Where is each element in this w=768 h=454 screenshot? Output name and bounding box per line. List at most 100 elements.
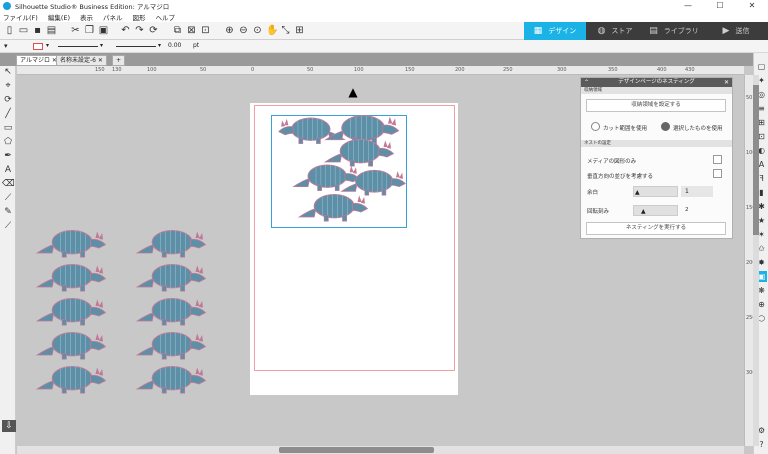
redo-icon[interactable]: ↷ (134, 25, 145, 36)
select-all-icon[interactable]: ⊡ (200, 25, 211, 36)
text-tool-icon[interactable]: A (2, 164, 14, 176)
move-up-arrow-icon[interactable]: ▲ (346, 86, 360, 98)
line-tool-icon[interactable]: ╱ (2, 108, 14, 120)
rotation-slider[interactable]: ▲ (633, 205, 678, 216)
armadillo-shape[interactable] (296, 192, 374, 224)
app-logo-icon (3, 2, 11, 10)
zoom-in-icon[interactable]: ⊕ (224, 25, 235, 36)
refresh-icon[interactable]: ⟳ (148, 25, 159, 36)
ruler-h-label: 130 (112, 67, 122, 73)
maximize-button[interactable]: ☐ (704, 0, 736, 12)
set-storage-area-button[interactable]: 収納領域を設定する (586, 99, 726, 112)
select-arrow-icon[interactable]: ↖ (2, 66, 14, 78)
horizontal-ruler: 150 130 100 50 0 50 100 150 200 250 300 350 400 430 (17, 66, 744, 75)
undo-icon[interactable]: ↶ (120, 25, 131, 36)
armadillo-shape[interactable] (130, 262, 216, 294)
ruler-h-label: 350 (608, 67, 618, 73)
radio-cut-area[interactable] (591, 122, 600, 131)
ruler-h-label: 0 (251, 67, 255, 73)
rotation-slider-thumb-icon[interactable]: ▲ (641, 208, 646, 215)
polygon-tool-icon[interactable]: ⬠ (2, 136, 14, 148)
fill-color-dropdown[interactable]: ▾ (4, 42, 8, 50)
minimize-button[interactable]: — (672, 0, 704, 12)
group-icon[interactable]: ⧉ (172, 25, 183, 36)
armadillo-shape[interactable] (130, 296, 216, 328)
tab-library[interactable]: ▤ ライブラリ (644, 22, 704, 40)
line-width-select[interactable] (116, 46, 156, 47)
line-color-dropdown-icon[interactable]: ▾ (46, 42, 49, 49)
menu-view[interactable]: 表示 (80, 12, 93, 22)
tab-design[interactable]: ▦ デザイン (524, 22, 586, 40)
line-style-dropdown-icon[interactable]: ▾ (100, 42, 103, 49)
margin-slider[interactable]: ▲ (633, 186, 678, 197)
rectangle-tool-icon[interactable]: ▭ (2, 122, 14, 134)
fit-page-icon[interactable]: ⊞ (294, 25, 305, 36)
save-icon[interactable]: ▪ (32, 25, 43, 36)
vertical-scrollbar[interactable] (753, 75, 759, 446)
lasso-icon[interactable]: ⟳ (2, 94, 14, 106)
armadillo-shape[interactable] (30, 330, 116, 362)
library-add-icon[interactable]: ⇩ (2, 420, 16, 432)
margin-slider-thumb-icon[interactable]: ▲ (635, 189, 640, 196)
media-shapes-only-checkbox[interactable] (713, 155, 722, 164)
tab-store[interactable]: ◍ ストア (586, 22, 644, 40)
ruler-h-label: 50 (307, 67, 314, 73)
tab-send[interactable]: ▶ 送信 (704, 22, 768, 40)
ungroup-icon[interactable]: ⊠ (186, 25, 197, 36)
armadillo-shape[interactable] (30, 364, 116, 396)
horizontal-scrollbar[interactable] (17, 446, 744, 454)
rotation-value[interactable]: 2 (685, 207, 689, 213)
ruler-h-label: 300 (557, 67, 567, 73)
ruler-h-label: 100 (147, 67, 157, 73)
armadillo-shape[interactable] (130, 228, 216, 260)
knife-icon[interactable]: ⟋ (2, 192, 14, 204)
eyedropper-icon[interactable]: ⟋ (2, 220, 14, 232)
zoom-fit-icon[interactable]: ⤡ (280, 25, 291, 36)
armadillo-shape[interactable] (130, 330, 216, 362)
menu-edit[interactable]: 編集(E) (48, 12, 70, 22)
window-controls: — ☐ ✕ (672, 0, 768, 12)
margin-value-input[interactable]: 1 (681, 186, 713, 197)
point-edit-icon[interactable]: ⌖ (2, 80, 14, 92)
zoom-out-icon[interactable]: ⊖ (238, 25, 249, 36)
menu-panel[interactable]: パネル (103, 12, 123, 22)
line-width-dropdown-icon[interactable]: ▾ (158, 42, 161, 49)
print-icon[interactable]: ▤ (46, 25, 57, 36)
paste-icon[interactable]: ▣ (98, 25, 109, 36)
line-style-select[interactable] (58, 46, 98, 47)
margin-label: 余白 (587, 190, 599, 196)
run-nesting-button[interactable]: ネスティングを実行する (586, 222, 726, 235)
radio-use-selected[interactable] (661, 122, 670, 131)
panel-close-icon[interactable]: ✕ (724, 78, 729, 87)
vertical-ruler: 50 100 150 200 250 300 (744, 75, 756, 446)
line-width-unit: pt (193, 42, 200, 49)
vertical-scroll-thumb[interactable] (753, 85, 759, 235)
pan-hand-icon[interactable]: ✋ (266, 25, 278, 36)
menu-help[interactable]: ヘルプ (156, 12, 176, 22)
armadillo-shape[interactable] (30, 262, 116, 294)
armadillo-shape[interactable] (130, 364, 216, 396)
armadillo-shape[interactable] (30, 296, 116, 328)
doc-tab-untitled[interactable]: 名称未設定-6 ✕ (56, 55, 107, 66)
zoom-select-icon[interactable]: ⊙ (252, 25, 263, 36)
new-file-icon[interactable]: ▯ (4, 25, 15, 36)
vertical-order-checkbox[interactable] (713, 169, 722, 178)
menu-shape[interactable]: 図形 (133, 12, 146, 22)
pin-icon[interactable]: ⌃ (584, 78, 589, 87)
menu-file[interactable]: ファイル(F) (3, 12, 38, 22)
line-width-value[interactable]: 0.00 (168, 42, 181, 49)
copy-icon[interactable]: ❐ (84, 25, 95, 36)
pen-tool-icon[interactable]: ✒ (2, 150, 14, 162)
horizontal-scroll-thumb[interactable] (279, 447, 434, 453)
new-tab-button[interactable]: + (112, 55, 126, 66)
close-button[interactable]: ✕ (736, 0, 768, 12)
eraser-icon[interactable]: ⌫ (2, 178, 15, 190)
doc-tab-armadillo[interactable]: アルマジロ ✕ (16, 55, 61, 66)
ruler-h-label: 50 (200, 67, 207, 73)
line-color-swatch[interactable] (33, 43, 43, 50)
armadillo-shape[interactable] (30, 228, 116, 260)
open-folder-icon[interactable]: ▭ (18, 25, 29, 36)
page-setup-icon[interactable]: ▢ (756, 61, 767, 72)
cut-icon[interactable]: ✂ (70, 25, 81, 36)
brush-icon[interactable]: ✎ (2, 206, 14, 218)
